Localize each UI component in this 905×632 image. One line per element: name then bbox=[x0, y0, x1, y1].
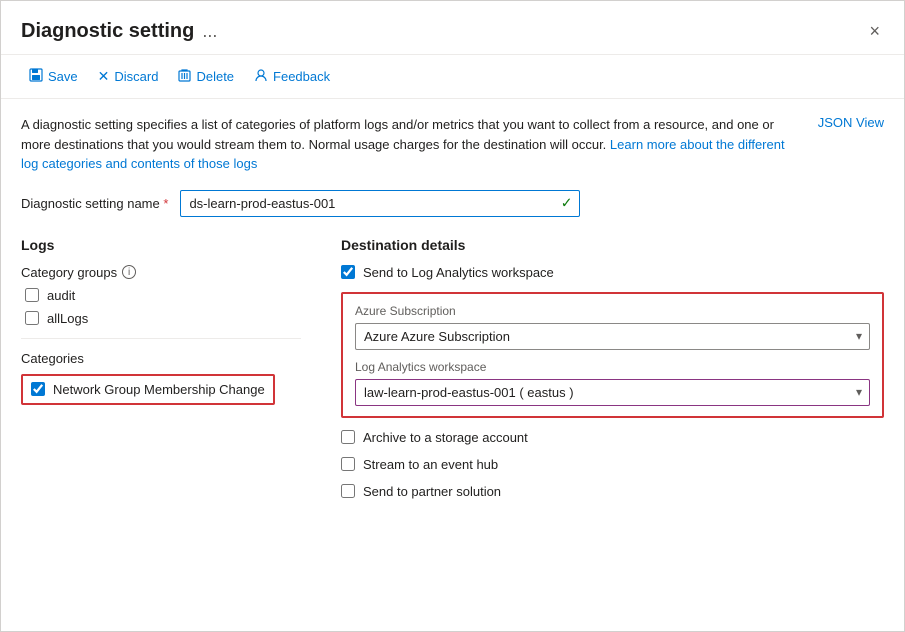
network-group-item: Network Group Membership Change bbox=[21, 374, 275, 405]
log-analytics-label: Send to Log Analytics workspace bbox=[363, 265, 554, 280]
discard-icon: ✕ bbox=[98, 68, 110, 85]
partner-label: Send to partner solution bbox=[363, 484, 501, 499]
categories-title: Categories bbox=[21, 351, 301, 366]
workspace-label: Log Analytics workspace bbox=[355, 360, 870, 374]
required-indicator: * bbox=[163, 196, 168, 211]
logs-section: Logs Category groups i audit allLogs Cat… bbox=[21, 237, 301, 511]
description-row: A diagnostic setting specifies a list of… bbox=[21, 115, 884, 174]
partner-row: Send to partner solution bbox=[341, 484, 884, 499]
save-label: Save bbox=[48, 69, 78, 84]
logs-section-title: Logs bbox=[21, 237, 301, 253]
delete-label: Delete bbox=[196, 69, 234, 84]
category-groups-title: Category groups i bbox=[21, 265, 301, 280]
archive-checkbox[interactable] bbox=[341, 430, 355, 444]
feedback-label: Feedback bbox=[273, 69, 330, 84]
content-area: A diagnostic setting specifies a list of… bbox=[1, 99, 904, 631]
delete-button[interactable]: Delete bbox=[170, 63, 242, 90]
workspace-select-wrapper: law-learn-prod-eastus-001 ( eastus ) ▾ bbox=[355, 379, 870, 406]
azure-subscription-label: Azure Subscription bbox=[355, 304, 870, 318]
save-button[interactable]: Save bbox=[21, 63, 86, 90]
log-analytics-row: Send to Log Analytics workspace bbox=[341, 265, 884, 280]
setting-name-input-wrapper: ✓ bbox=[180, 190, 580, 217]
workspace-select[interactable]: law-learn-prod-eastus-001 ( eastus ) bbox=[355, 379, 870, 406]
diagnostic-setting-dialog: Diagnostic setting ... × Save ✕ Discard … bbox=[0, 0, 905, 632]
discard-label: Discard bbox=[114, 69, 158, 84]
description-text: A diagnostic setting specifies a list of… bbox=[21, 115, 801, 174]
dialog-title: Diagnostic setting bbox=[21, 20, 194, 43]
delete-icon bbox=[178, 68, 191, 85]
archive-label: Archive to a storage account bbox=[363, 430, 528, 445]
feedback-button[interactable]: Feedback bbox=[246, 63, 338, 90]
azure-subscription-select[interactable]: Azure Azure Subscription bbox=[355, 323, 870, 350]
setting-name-label: Diagnostic setting name * bbox=[21, 196, 168, 211]
info-icon[interactable]: i bbox=[122, 265, 136, 279]
save-icon bbox=[29, 68, 43, 85]
close-button[interactable]: × bbox=[865, 17, 884, 46]
destination-section-title: Destination details bbox=[341, 237, 884, 253]
main-columns: Logs Category groups i audit allLogs Cat… bbox=[21, 237, 884, 511]
azure-subscription-select-wrapper: Azure Azure Subscription ▾ bbox=[355, 323, 870, 350]
log-analytics-checkbox[interactable] bbox=[341, 265, 355, 279]
setting-name-input[interactable] bbox=[180, 190, 580, 217]
feedback-icon bbox=[254, 68, 268, 85]
alllogs-label: allLogs bbox=[47, 311, 88, 326]
partner-checkbox[interactable] bbox=[341, 484, 355, 498]
input-valid-icon: ✓ bbox=[561, 195, 573, 212]
archive-row: Archive to a storage account bbox=[341, 430, 884, 445]
stream-row: Stream to an event hub bbox=[341, 457, 884, 472]
title-area: Diagnostic setting ... bbox=[21, 20, 217, 43]
setting-name-row: Diagnostic setting name * ✓ bbox=[21, 190, 884, 217]
toolbar: Save ✕ Discard Delete Feedback bbox=[1, 55, 904, 99]
stream-checkbox[interactable] bbox=[341, 457, 355, 471]
alllogs-checkbox[interactable] bbox=[25, 311, 39, 325]
json-view-link[interactable]: JSON View bbox=[818, 115, 884, 130]
audit-label: audit bbox=[47, 288, 75, 303]
stream-label: Stream to an event hub bbox=[363, 457, 498, 472]
alllogs-checkbox-row: allLogs bbox=[21, 311, 301, 326]
audit-checkbox[interactable] bbox=[25, 288, 39, 302]
azure-subscription-box: Azure Subscription Azure Azure Subscript… bbox=[341, 292, 884, 418]
network-group-label: Network Group Membership Change bbox=[53, 382, 265, 397]
discard-button[interactable]: ✕ Discard bbox=[90, 63, 167, 90]
logs-divider bbox=[21, 338, 301, 339]
dialog-more-options[interactable]: ... bbox=[202, 21, 217, 42]
dialog-header: Diagnostic setting ... × bbox=[1, 1, 904, 55]
network-group-checkbox[interactable] bbox=[31, 382, 45, 396]
destination-section: Destination details Send to Log Analytic… bbox=[341, 237, 884, 511]
audit-checkbox-row: audit bbox=[21, 288, 301, 303]
